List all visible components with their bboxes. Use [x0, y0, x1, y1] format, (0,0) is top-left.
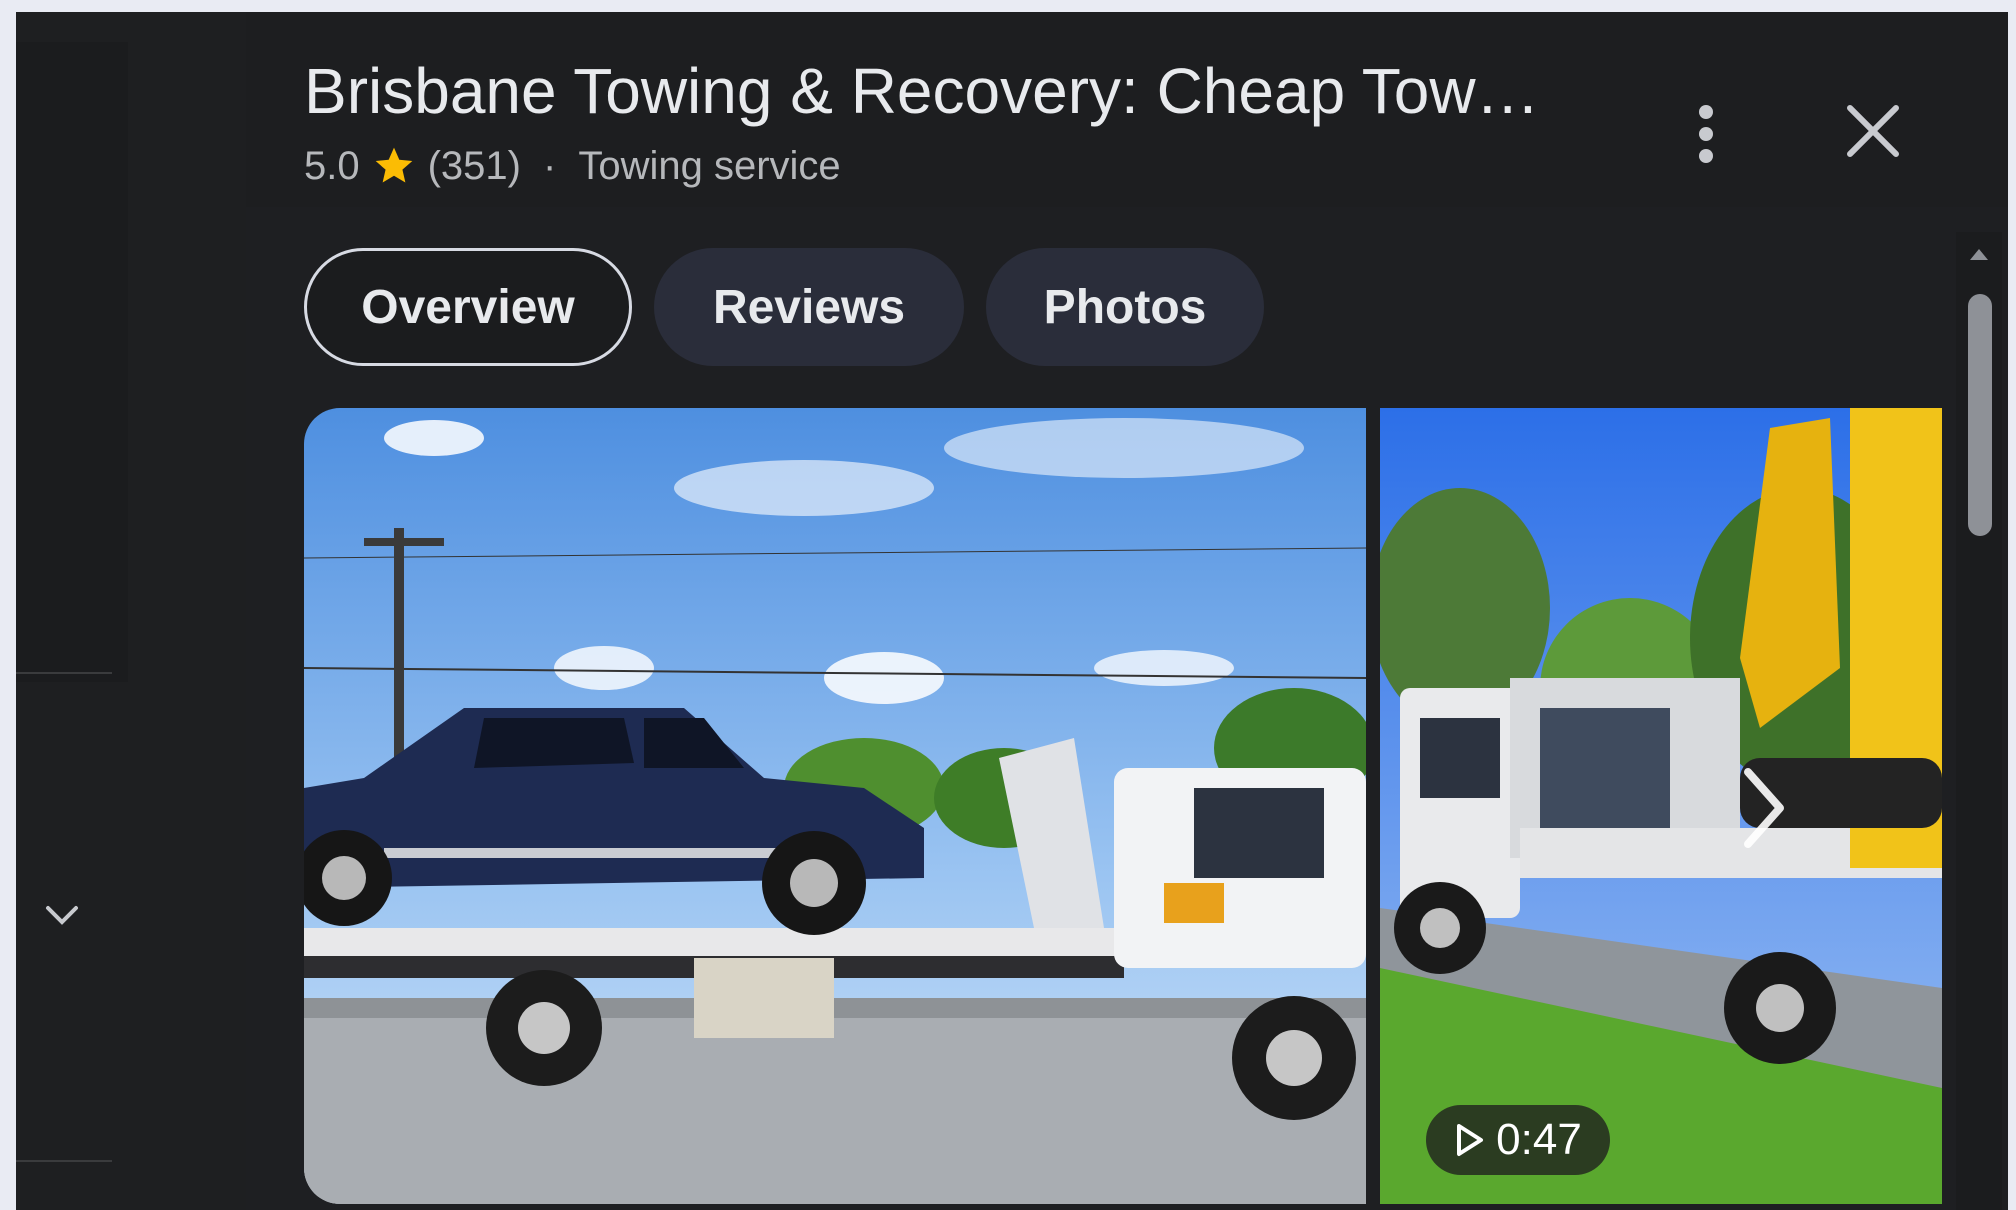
photo-tow-truck-pickup[interactable] [304, 408, 1366, 1204]
scrollbar[interactable] [1956, 232, 2002, 1210]
play-icon [1457, 1124, 1484, 1156]
left-panel-strip [16, 42, 128, 682]
scrollbar-thumb[interactable] [1968, 294, 1992, 536]
place-panel: Brisbane Towing & Recovery: Cheap Tow… 5… [246, 12, 2008, 1210]
photo-carousel [304, 408, 1942, 1208]
video-duration: 0:47 [1496, 1115, 1582, 1164]
tab-photos[interactable]: Photos [986, 248, 1264, 366]
app-frame: Brisbane Towing & Recovery: Cheap Tow… 5… [16, 12, 2008, 1210]
tab-overview[interactable]: Overview [304, 248, 632, 366]
chevron-right-icon[interactable] [1734, 758, 1794, 858]
scroll-up-arrow-icon[interactable] [1968, 246, 1990, 262]
close-icon[interactable] [1842, 100, 1904, 162]
left-panel [16, 12, 254, 1210]
meta-separator: · [543, 143, 557, 188]
more-vert-icon[interactable] [1676, 90, 1736, 180]
place-header: Brisbane Towing & Recovery: Cheap Tow… 5… [246, 12, 2008, 207]
left-divider [16, 1160, 112, 1162]
place-title: Brisbane Towing & Recovery: Cheap Tow… [304, 55, 1540, 127]
review-count[interactable]: (351) [428, 144, 521, 189]
place-meta: 5.0 (351) · Towing service [304, 140, 841, 192]
chevron-down-icon[interactable] [38, 892, 86, 940]
tab-bar: Overview Reviews Photos [304, 248, 1264, 366]
tab-reviews[interactable]: Reviews [654, 248, 964, 366]
rating-value: 5.0 [304, 143, 360, 188]
place-category[interactable]: Towing service [578, 144, 840, 189]
video-duration-badge[interactable]: 0:47 [1426, 1105, 1610, 1175]
photo-tow-truck-excavator[interactable] [1380, 408, 1942, 1204]
left-divider [16, 672, 112, 674]
star-icon [375, 147, 412, 183]
